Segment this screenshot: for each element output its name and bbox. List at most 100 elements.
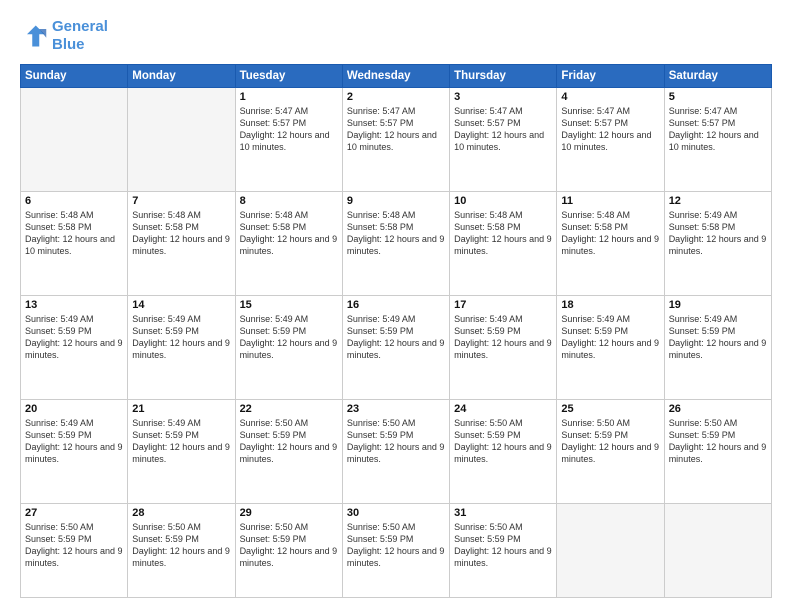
day-detail: Sunrise: 5:49 AMSunset: 5:59 PMDaylight:… — [132, 313, 230, 362]
calendar-cell: 26 Sunrise: 5:50 AMSunset: 5:59 PMDayligh… — [664, 399, 771, 503]
calendar-cell: 20 Sunrise: 5:49 AMSunset: 5:59 PMDayligh… — [21, 399, 128, 503]
logo: General Blue — [20, 18, 108, 54]
day-detail: Sunrise: 5:48 AMSunset: 5:58 PMDaylight:… — [347, 209, 445, 258]
day-detail: Sunrise: 5:50 AMSunset: 5:59 PMDaylight:… — [347, 521, 445, 570]
calendar-table: SundayMondayTuesdayWednesdayThursdayFrid… — [20, 64, 772, 598]
calendar-cell: 1Sunrise: 5:47 AMSunset: 5:57 PMDaylight… — [235, 88, 342, 192]
day-detail: Sunrise: 5:49 AMSunset: 5:59 PMDaylight:… — [669, 313, 767, 362]
day-number: 12 — [669, 195, 767, 207]
day-number: 31 — [454, 507, 552, 519]
day-detail: Sunrise: 5:50 AMSunset: 5:59 PMDaylight:… — [25, 521, 123, 570]
day-number: 14 — [132, 299, 230, 311]
calendar-cell: 3 Sunrise: 5:47 AMSunset: 5:57 PMDaylight… — [450, 88, 557, 192]
day-of-week-header: Friday — [557, 65, 664, 88]
day-of-week-header: Saturday — [664, 65, 771, 88]
day-detail: Sunrise: 5:50 AMSunset: 5:59 PMDaylight:… — [454, 521, 552, 570]
day-number: 15 — [240, 299, 338, 311]
calendar-cell: 5 Sunrise: 5:47 AMSunset: 5:57 PMDaylight… — [664, 88, 771, 192]
calendar-cell: 11Sunrise: 5:48 AMSunset: 5:58 PMDayligh… — [557, 191, 664, 295]
day-detail: Sunrise: 5:49 AMSunset: 5:59 PMDaylight:… — [25, 417, 123, 466]
day-detail: Sunrise: 5:50 AMSunset: 5:59 PMDaylight:… — [240, 521, 338, 570]
logo-icon — [20, 22, 48, 50]
day-number: 6 — [25, 195, 123, 207]
day-detail: Sunrise: 5:50 AMSunset: 5:59 PMDaylight:… — [132, 521, 230, 570]
day-number: 11 — [561, 195, 659, 207]
day-detail: Sunrise: 5:50 AMSunset: 5:59 PMDaylight:… — [454, 417, 552, 466]
day-detail: Sunrise: 5:48 AMSunset: 5:58 PMDaylight:… — [25, 209, 123, 258]
calendar-cell — [128, 88, 235, 192]
calendar-cell: 4Sunrise: 5:47 AMSunset: 5:57 PMDaylight… — [557, 88, 664, 192]
calendar-cell: 16 Sunrise: 5:49 AMSunset: 5:59 PMDayligh… — [342, 295, 449, 399]
day-detail: Sunrise: 5:47 AMSunset: 5:57 PMDaylight:… — [240, 105, 338, 154]
day-number: 20 — [25, 403, 123, 415]
calendar-cell: 27 Sunrise: 5:50 AMSunset: 5:59 PMDayligh… — [21, 503, 128, 598]
day-number: 9 — [347, 195, 445, 207]
day-number: 29 — [240, 507, 338, 519]
day-detail: Sunrise: 5:47 AMSunset: 5:57 PMDaylight:… — [561, 105, 659, 154]
day-of-week-header: Wednesday — [342, 65, 449, 88]
calendar-cell: 14 Sunrise: 5:49 AMSunset: 5:59 PMDayligh… — [128, 295, 235, 399]
day-of-week-header: Sunday — [21, 65, 128, 88]
calendar-cell: 15 Sunrise: 5:49 AMSunset: 5:59 PMDayligh… — [235, 295, 342, 399]
calendar-cell: 29 Sunrise: 5:50 AMSunset: 5:59 PMDayligh… — [235, 503, 342, 598]
day-detail: Sunrise: 5:49 AMSunset: 5:59 PMDaylight:… — [132, 417, 230, 466]
calendar-cell: 8Sunrise: 5:48 AMSunset: 5:58 PMDaylight… — [235, 191, 342, 295]
day-detail: Sunrise: 5:49 AMSunset: 5:59 PMDaylight:… — [347, 313, 445, 362]
day-detail: Sunrise: 5:50 AMSunset: 5:59 PMDaylight:… — [669, 417, 767, 466]
logo-text: General Blue — [52, 18, 108, 54]
calendar-cell: 23Sunrise: 5:50 AMSunset: 5:59 PMDayligh… — [342, 399, 449, 503]
day-number: 27 — [25, 507, 123, 519]
calendar-cell: 31 Sunrise: 5:50 AMSunset: 5:59 PMDayligh… — [450, 503, 557, 598]
day-number: 16 — [347, 299, 445, 311]
calendar-cell: 6 Sunrise: 5:48 AMSunset: 5:58 PMDaylight… — [21, 191, 128, 295]
calendar-cell — [664, 503, 771, 598]
calendar-cell: 21 Sunrise: 5:49 AMSunset: 5:59 PMDayligh… — [128, 399, 235, 503]
day-number: 7 — [132, 195, 230, 207]
day-detail: Sunrise: 5:49 AMSunset: 5:59 PMDaylight:… — [25, 313, 123, 362]
day-number: 24 — [454, 403, 552, 415]
day-detail: Sunrise: 5:47 AMSunset: 5:57 PMDaylight:… — [454, 105, 552, 154]
calendar-cell: 25 Sunrise: 5:50 AMSunset: 5:59 PMDayligh… — [557, 399, 664, 503]
day-number: 17 — [454, 299, 552, 311]
calendar-cell: 13 Sunrise: 5:49 AMSunset: 5:59 PMDayligh… — [21, 295, 128, 399]
day-of-week-header: Tuesday — [235, 65, 342, 88]
calendar-cell: 28 Sunrise: 5:50 AMSunset: 5:59 PMDayligh… — [128, 503, 235, 598]
calendar-cell: 9 Sunrise: 5:48 AMSunset: 5:58 PMDaylight… — [342, 191, 449, 295]
day-detail: Sunrise: 5:47 AMSunset: 5:57 PMDaylight:… — [347, 105, 445, 154]
calendar-cell: 7 Sunrise: 5:48 AMSunset: 5:58 PMDaylight… — [128, 191, 235, 295]
day-number: 2 — [347, 91, 445, 103]
day-detail: Sunrise: 5:48 AMSunset: 5:58 PMDaylight:… — [132, 209, 230, 258]
day-detail: Sunrise: 5:48 AMSunset: 5:58 PMDaylight:… — [454, 209, 552, 258]
day-number: 25 — [561, 403, 659, 415]
day-detail: Sunrise: 5:47 AMSunset: 5:57 PMDaylight:… — [669, 105, 767, 154]
header: General Blue — [20, 18, 772, 54]
day-number: 18 — [561, 299, 659, 311]
day-number: 21 — [132, 403, 230, 415]
calendar-cell: 24 Sunrise: 5:50 AMSunset: 5:59 PMDayligh… — [450, 399, 557, 503]
day-of-week-header: Monday — [128, 65, 235, 88]
day-detail: Sunrise: 5:49 AMSunset: 5:59 PMDaylight:… — [240, 313, 338, 362]
day-number: 23 — [347, 403, 445, 415]
calendar-cell: 19 Sunrise: 5:49 AMSunset: 5:59 PMDayligh… — [664, 295, 771, 399]
calendar-cell: 30Sunrise: 5:50 AMSunset: 5:59 PMDayligh… — [342, 503, 449, 598]
day-number: 10 — [454, 195, 552, 207]
day-detail: Sunrise: 5:49 AMSunset: 5:59 PMDaylight:… — [561, 313, 659, 362]
day-number: 19 — [669, 299, 767, 311]
day-number: 5 — [669, 91, 767, 103]
day-number: 28 — [132, 507, 230, 519]
day-detail: Sunrise: 5:50 AMSunset: 5:59 PMDaylight:… — [240, 417, 338, 466]
page: General Blue SundayMondayTuesdayWednesda… — [0, 0, 792, 612]
day-of-week-header: Thursday — [450, 65, 557, 88]
calendar-cell — [21, 88, 128, 192]
calendar-cell — [557, 503, 664, 598]
calendar-cell: 2 Sunrise: 5:47 AMSunset: 5:57 PMDaylight… — [342, 88, 449, 192]
day-detail: Sunrise: 5:50 AMSunset: 5:59 PMDaylight:… — [561, 417, 659, 466]
calendar-cell: 17Sunrise: 5:49 AMSunset: 5:59 PMDayligh… — [450, 295, 557, 399]
calendar-cell: 10 Sunrise: 5:48 AMSunset: 5:58 PMDayligh… — [450, 191, 557, 295]
day-number: 13 — [25, 299, 123, 311]
day-number: 26 — [669, 403, 767, 415]
day-number: 3 — [454, 91, 552, 103]
day-detail: Sunrise: 5:49 AMSunset: 5:58 PMDaylight:… — [669, 209, 767, 258]
calendar-cell: 22Sunrise: 5:50 AMSunset: 5:59 PMDayligh… — [235, 399, 342, 503]
calendar-cell: 18 Sunrise: 5:49 AMSunset: 5:59 PMDayligh… — [557, 295, 664, 399]
